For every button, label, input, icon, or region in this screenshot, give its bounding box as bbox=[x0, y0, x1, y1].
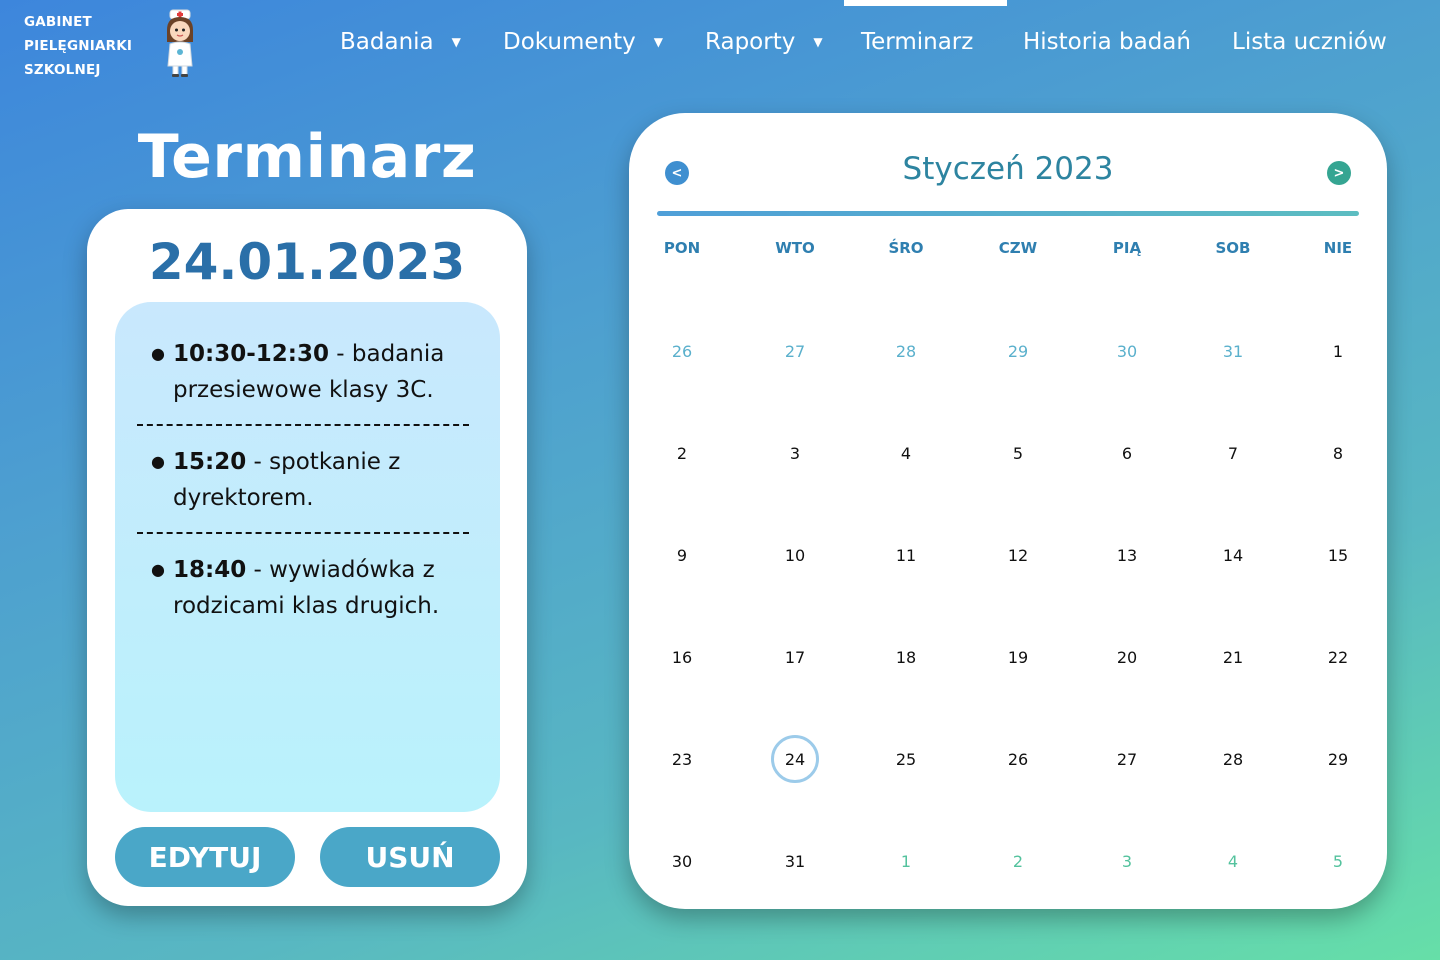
caret-down-icon: ▼ bbox=[653, 35, 663, 49]
event-item[interactable]: ● 15:20 - spotkanie z dyrektorem. bbox=[151, 444, 473, 516]
delete-button[interactable]: USUŃ bbox=[320, 827, 500, 887]
calendar-day[interactable]: 21 bbox=[1209, 633, 1257, 681]
calendar-day-selected[interactable]: 24 bbox=[771, 735, 819, 783]
calendar-day[interactable]: 31 bbox=[771, 837, 819, 885]
calendar-day[interactable]: 20 bbox=[1103, 633, 1151, 681]
calendar-day[interactable]: 23 bbox=[658, 735, 706, 783]
weekday-label: PIĄ bbox=[1112, 239, 1142, 257]
page-title: Terminarz bbox=[137, 122, 477, 192]
nav-item-terminarz[interactable]: Terminarz bbox=[861, 24, 973, 60]
calendar-day[interactable]: 27 bbox=[771, 327, 819, 375]
weekday-label: CZW bbox=[998, 239, 1038, 257]
calendar-day[interactable]: 26 bbox=[994, 735, 1042, 783]
calendar-day[interactable]: 8 bbox=[1314, 429, 1362, 477]
weekday-label: NIE bbox=[1323, 239, 1353, 257]
calendar-day[interactable]: 10 bbox=[771, 531, 819, 579]
weekday-label: WTO bbox=[775, 239, 815, 257]
calendar-month-title: Styczeń 2023 bbox=[902, 151, 1114, 187]
bullet-icon: ● bbox=[151, 560, 165, 579]
calendar-day[interactable]: 1 bbox=[1314, 327, 1362, 375]
calendar-divider bbox=[657, 211, 1359, 216]
calendar-day[interactable]: 13 bbox=[1103, 531, 1151, 579]
calendar-day[interactable]: 18 bbox=[882, 633, 930, 681]
event-divider bbox=[137, 424, 469, 426]
event-item[interactable]: ● 18:40 - wywiadówka z rodzicami klas dr… bbox=[151, 552, 473, 624]
calendar-day[interactable]: 29 bbox=[994, 327, 1042, 375]
event-item[interactable]: ● 10:30-12:30 - badania przesiewowe klas… bbox=[151, 336, 473, 408]
nav-item-raporty[interactable]: Raporty ▼ bbox=[705, 24, 823, 60]
calendar-day[interactable]: 28 bbox=[1209, 735, 1257, 783]
brand-line-3: SZKOLNEJ bbox=[24, 62, 101, 78]
event-time: 15:20 bbox=[173, 449, 247, 475]
bullet-icon: ● bbox=[151, 452, 165, 471]
calendar-day[interactable]: 3 bbox=[1103, 837, 1151, 885]
calendar-day[interactable]: 2 bbox=[994, 837, 1042, 885]
calendar-day[interactable]: 30 bbox=[1103, 327, 1151, 375]
calendar-day[interactable]: 2 bbox=[658, 429, 706, 477]
event-time: 10:30-12:30 bbox=[173, 341, 329, 367]
edit-button[interactable]: EDYTUJ bbox=[115, 827, 295, 887]
calendar-day[interactable]: 26 bbox=[658, 327, 706, 375]
chevron-left-icon[interactable]: < bbox=[665, 161, 689, 185]
nav-item-dokumenty[interactable]: Dokumenty ▼ bbox=[503, 24, 663, 60]
bullet-icon: ● bbox=[151, 344, 165, 363]
calendar-day[interactable]: 7 bbox=[1209, 429, 1257, 477]
calendar-day[interactable]: 6 bbox=[1103, 429, 1151, 477]
calendar-day[interactable]: 14 bbox=[1209, 531, 1257, 579]
calendar-day[interactable]: 22 bbox=[1314, 633, 1362, 681]
calendar-day[interactable]: 16 bbox=[658, 633, 706, 681]
events-list: ● 10:30-12:30 - badania przesiewowe klas… bbox=[115, 302, 500, 812]
brand-name: GABINET PIELĘGNIARKI SZKOLNEJ bbox=[24, 10, 154, 82]
calendar-day[interactable]: 11 bbox=[882, 531, 930, 579]
brand-line-1: GABINET bbox=[24, 14, 92, 30]
calendar-day[interactable]: 29 bbox=[1314, 735, 1362, 783]
calendar-card: < Styczeń 2023 > PON WTO ŚRO CZW PIĄ SOB NIE 2… bbox=[629, 113, 1387, 909]
nav-item-lista-uczniow[interactable]: Lista uczniów bbox=[1232, 24, 1387, 60]
nav-label-historia-badan: Historia badań bbox=[1023, 29, 1191, 55]
calendar-day[interactable]: 1 bbox=[882, 837, 930, 885]
nav-active-indicator bbox=[844, 0, 1007, 6]
nav-item-badania[interactable]: Badania ▼ bbox=[340, 24, 461, 60]
nav-label-dokumenty: Dokumenty bbox=[503, 29, 636, 55]
calendar-day[interactable]: 28 bbox=[882, 327, 930, 375]
weekday-label: ŚRO bbox=[888, 239, 924, 257]
nav-label-lista-uczniow: Lista uczniów bbox=[1232, 29, 1387, 55]
brand-line-2: PIELĘGNIARKI bbox=[24, 38, 133, 54]
calendar-day[interactable]: 3 bbox=[771, 429, 819, 477]
event-divider bbox=[137, 532, 469, 534]
calendar-day[interactable]: 25 bbox=[882, 735, 930, 783]
calendar-day[interactable]: 30 bbox=[658, 837, 706, 885]
selected-date: 24.01.2023 bbox=[148, 233, 466, 291]
calendar-day[interactable]: 4 bbox=[1209, 837, 1257, 885]
nav-label-raporty: Raporty bbox=[705, 29, 796, 55]
calendar-day[interactable]: 4 bbox=[882, 429, 930, 477]
caret-down-icon: ▼ bbox=[451, 35, 461, 49]
calendar-day[interactable]: 12 bbox=[994, 531, 1042, 579]
chevron-right-icon[interactable]: > bbox=[1327, 161, 1351, 185]
calendar-day[interactable]: 31 bbox=[1209, 327, 1257, 375]
event-time: 18:40 bbox=[173, 557, 247, 583]
calendar-day[interactable]: 9 bbox=[658, 531, 706, 579]
nav-label-terminarz: Terminarz bbox=[861, 29, 974, 55]
calendar-day[interactable]: 27 bbox=[1103, 735, 1151, 783]
calendar-day[interactable]: 5 bbox=[994, 429, 1042, 477]
weekday-label: PON bbox=[663, 239, 701, 257]
day-details-card: 24.01.2023 ● 10:30-12:30 - badania przes… bbox=[87, 209, 527, 906]
nav-label-badania: Badania bbox=[340, 29, 434, 55]
caret-down-icon: ▼ bbox=[813, 35, 823, 49]
nav-item-historia-badan[interactable]: Historia badań bbox=[1023, 24, 1191, 60]
calendar-day[interactable]: 19 bbox=[994, 633, 1042, 681]
nurse-icon bbox=[167, 9, 193, 77]
calendar-day[interactable]: 15 bbox=[1314, 531, 1362, 579]
weekday-label: SOB bbox=[1215, 239, 1251, 257]
calendar-day[interactable]: 5 bbox=[1314, 837, 1362, 885]
calendar-day[interactable]: 17 bbox=[771, 633, 819, 681]
brand-logo[interactable]: GABINET PIELĘGNIARKI SZKOLNEJ bbox=[24, 8, 224, 80]
